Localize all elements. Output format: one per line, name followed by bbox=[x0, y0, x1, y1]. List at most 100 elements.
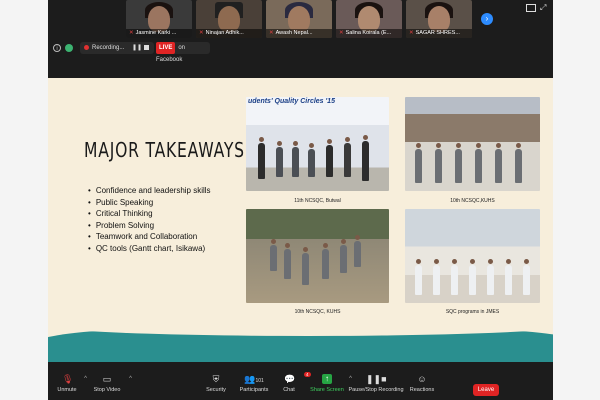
participant-tile[interactable]: ✕ Awash Nepal... bbox=[266, 0, 332, 38]
video-camera-icon: ▭ bbox=[102, 374, 112, 384]
photo-caption: SQC programs in JMES bbox=[445, 309, 500, 315]
person-figure bbox=[326, 139, 333, 177]
person-figure bbox=[362, 135, 369, 181]
participant-tile[interactable]: ✕ Jasmine Karki ... bbox=[126, 0, 192, 38]
slide-title: MAJOR TAKEAWAYS bbox=[84, 138, 245, 162]
shared-screen-slide: MAJOR TAKEAWAYS Confidence and leadershi… bbox=[48, 78, 553, 362]
participants-count: 101 bbox=[255, 378, 264, 384]
takeaway-item: Confidence and leadership skills bbox=[88, 185, 211, 197]
photo-caption: 10th NCSQC,KUHS bbox=[450, 198, 495, 204]
event-photo bbox=[405, 97, 540, 191]
mic-muted-icon: ✕ bbox=[339, 30, 344, 36]
person-figure bbox=[487, 259, 494, 295]
person-figure bbox=[322, 243, 329, 279]
smiley-plus-icon: ☺ bbox=[417, 374, 427, 384]
participant-name: Salina Koirala (E... bbox=[345, 30, 392, 36]
participant-name: Awash Nepal... bbox=[275, 30, 313, 36]
mic-muted-icon: ✕ bbox=[129, 30, 134, 36]
reactions-button[interactable]: ☺ Reactions bbox=[408, 374, 436, 393]
person-figure bbox=[495, 143, 502, 183]
photo-caption: 11th NCSQC, Butwal bbox=[294, 198, 341, 204]
takeaways-list: Confidence and leadership skills Public … bbox=[88, 185, 211, 255]
participant-name-label: ✕ Jasmine Karki ... bbox=[126, 29, 192, 38]
person-figure bbox=[455, 143, 462, 183]
share-screen-button[interactable]: ↑ Share Screen ^ bbox=[310, 374, 352, 393]
chat-bubble-icon: 💬 bbox=[284, 374, 296, 384]
unmute-button[interactable]: 🎙 Unmute ^ bbox=[55, 374, 87, 393]
microphone-muted-icon: 🎙 bbox=[62, 374, 74, 384]
event-photo bbox=[405, 209, 540, 303]
person-figure bbox=[258, 137, 265, 179]
recording-label: Recording... bbox=[92, 45, 125, 51]
leave-button[interactable]: Leave bbox=[473, 384, 499, 396]
share-arrow-icon: ↑ bbox=[322, 374, 332, 384]
participant-name-label: ✕ Ninajan Adhik... bbox=[196, 29, 262, 38]
chat-label: Chat bbox=[283, 387, 295, 393]
person-figure bbox=[505, 259, 512, 295]
person-figure bbox=[415, 143, 422, 183]
stop-video-label: Stop Video bbox=[93, 387, 121, 393]
person-figure bbox=[435, 143, 442, 183]
person-figure bbox=[469, 259, 476, 295]
view-toggle-icon[interactable] bbox=[526, 4, 536, 12]
meeting-info-icon[interactable]: i bbox=[53, 44, 61, 52]
participant-name-label: ✕ Salina Koirala (E... bbox=[336, 29, 402, 38]
reactions-label: Reactions bbox=[409, 387, 435, 393]
share-screen-label: Share Screen bbox=[310, 387, 344, 393]
person-figure bbox=[308, 143, 315, 177]
participant-name-label: ✕ SAGAR SHRES... bbox=[406, 29, 472, 38]
stop-recording-icon[interactable] bbox=[144, 45, 149, 50]
chevron-up-icon[interactable]: ^ bbox=[129, 376, 132, 382]
person-figure bbox=[354, 235, 361, 267]
security-label: Security bbox=[206, 387, 226, 393]
takeaway-item: QC tools (Gantt chart, Isikawa) bbox=[88, 243, 211, 255]
shield-icon: ⛨ bbox=[212, 374, 220, 384]
live-badge: LIVE bbox=[156, 42, 176, 54]
participant-name: Jasmine Karki ... bbox=[135, 30, 177, 36]
mic-muted-icon: ✕ bbox=[199, 30, 204, 36]
participant-tile[interactable]: ✕ SAGAR SHRES... bbox=[406, 0, 472, 38]
chat-button[interactable]: 💬 4 Chat bbox=[278, 372, 311, 393]
person-figure bbox=[344, 137, 351, 177]
participant-name: SAGAR SHRES... bbox=[415, 30, 460, 36]
event-photo bbox=[246, 209, 389, 303]
fullscreen-icon[interactable]: ⤢ bbox=[540, 3, 546, 13]
participants-icon: 👥101 bbox=[244, 374, 264, 384]
participant-tile[interactable]: ✕ Ninajan Adhik... bbox=[196, 0, 262, 38]
mic-muted-icon: ✕ bbox=[409, 30, 414, 36]
person-figure bbox=[415, 259, 422, 295]
mic-muted-icon: ✕ bbox=[269, 30, 274, 36]
person-figure bbox=[270, 239, 277, 271]
takeaway-item: Critical Thinking bbox=[88, 208, 211, 220]
participant-name: Ninajan Adhik... bbox=[205, 30, 244, 36]
chevron-up-icon[interactable]: ^ bbox=[84, 376, 87, 382]
pause-stop-icon: ❚❚■ bbox=[366, 374, 387, 384]
participant-tile[interactable]: ✕ Salina Koirala (E... bbox=[336, 0, 402, 38]
person-figure bbox=[340, 239, 347, 273]
person-figure bbox=[276, 141, 283, 177]
takeaway-item: Public Speaking bbox=[88, 197, 211, 209]
person-figure bbox=[302, 247, 309, 285]
pause-stop-recording-button[interactable]: ❚❚■ Pause/Stop Recording bbox=[348, 374, 404, 393]
live-stream-indicator[interactable]: LIVE on Facebook bbox=[156, 42, 210, 63]
person-figure bbox=[515, 143, 522, 183]
person-figure bbox=[475, 143, 482, 183]
pause-recording-icon[interactable]: ❚❚ bbox=[132, 44, 142, 51]
participants-button[interactable]: 👥101 Participants bbox=[236, 374, 272, 393]
zoom-meeting-window: ✕ Jasmine Karki ... ✕ Ninajan Adhik... ✕ Aw… bbox=[48, 0, 553, 400]
takeaway-item: Problem Solving bbox=[88, 220, 211, 232]
person-figure bbox=[451, 259, 458, 295]
person-figure bbox=[292, 141, 299, 177]
security-button[interactable]: ⛨ Security bbox=[202, 374, 230, 393]
person-figure bbox=[523, 259, 530, 295]
photo-caption: 10th NCSQC, KUHS bbox=[294, 309, 341, 315]
recording-dot-icon bbox=[84, 44, 89, 50]
stop-video-button[interactable]: ▭ Stop Video ^ bbox=[90, 374, 132, 393]
person-figure bbox=[433, 259, 440, 295]
photo-banner-text: udents' Quality Circles '15 bbox=[248, 98, 335, 105]
person-figure bbox=[284, 243, 291, 279]
next-participants-arrow-icon[interactable]: › bbox=[481, 13, 493, 25]
encryption-shield-icon[interactable] bbox=[65, 44, 73, 52]
event-photo-image bbox=[246, 209, 389, 303]
participants-label: Participants bbox=[239, 387, 269, 393]
